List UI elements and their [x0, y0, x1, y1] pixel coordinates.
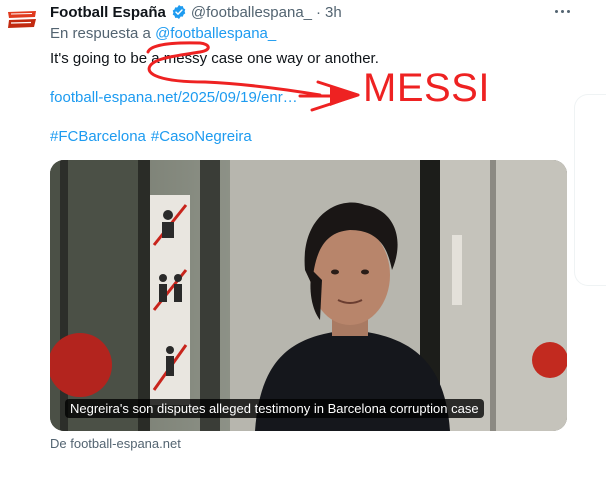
reply-prefix: En respuesta a: [50, 25, 151, 42]
author-handle[interactable]: @footballespana_: [191, 4, 312, 21]
hashtag-casonegreira[interactable]: #CasoNegreira: [151, 128, 252, 145]
tweet-header: Football España @footballespana_ · 3h: [50, 1, 342, 23]
article-link[interactable]: football-espana.net/2025/09/19/enr…: [50, 89, 298, 106]
author-avatar[interactable]: [6, 8, 38, 30]
reply-handle-link[interactable]: @footballespana_: [155, 25, 276, 42]
card-caption: Negreira's son disputes alleged testimon…: [65, 399, 484, 418]
hashtags: #FCBarcelona #CasoNegreira: [50, 128, 257, 145]
tweet-text: It's going to be a messy case one way or…: [50, 50, 379, 67]
author-name[interactable]: Football España: [50, 4, 166, 21]
header-separator: ·: [316, 3, 322, 21]
side-panel-edge: [574, 94, 606, 286]
annotation-label: MESSI: [363, 66, 490, 110]
link-preview-card[interactable]: Negreira's son disputes alleged testimon…: [50, 160, 567, 431]
reply-context: En respuesta a @footballespana_: [50, 25, 276, 42]
verified-badge-icon: [172, 5, 186, 19]
hashtag-fcbarcelona[interactable]: #FCBarcelona: [50, 128, 146, 145]
card-source[interactable]: De football-espana.net: [50, 436, 181, 451]
football-espana-logo: [8, 11, 36, 28]
more-options-icon[interactable]: [552, 4, 572, 18]
tweet-time[interactable]: 3h: [325, 4, 342, 21]
article-photo: [50, 160, 567, 431]
